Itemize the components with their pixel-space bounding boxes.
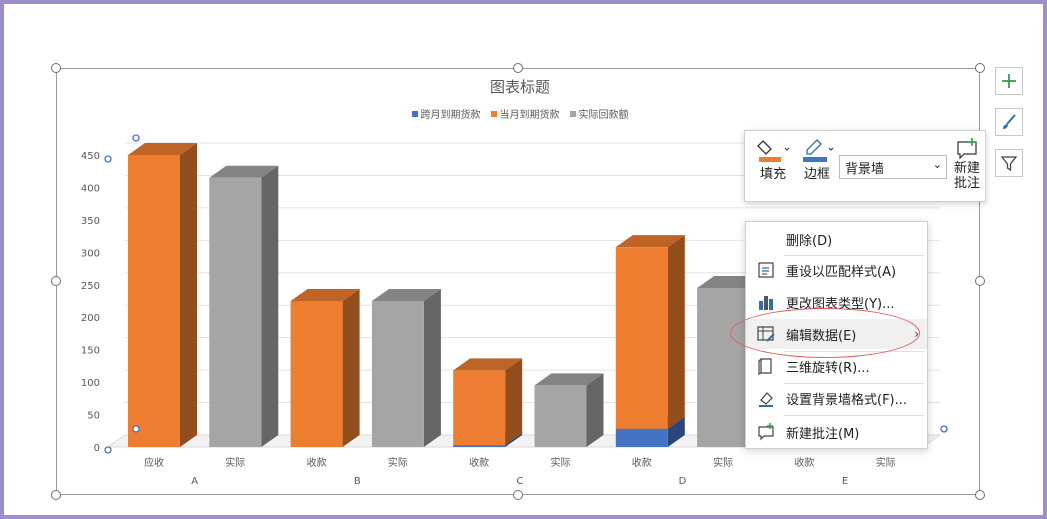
x-group-label: E [842,476,848,487]
menu-item-label: 设置背景墙格式(F)... [786,392,908,408]
menu-separator [784,415,924,416]
fill-label: 填充 [759,167,786,182]
new-comment-button[interactable]: 新建 批注 [951,137,983,191]
reset-style-icon [758,262,774,278]
chart-styles-button[interactable] [995,108,1023,136]
x-tick-label: 收款 [469,456,489,469]
legend-item-cross-month: 跨月到期货款 [411,106,481,121]
menu-item-label: 新建批注(M) [786,426,860,442]
bar-实际-实际回款额 [209,177,262,447]
chart-elements-button[interactable] [995,67,1023,95]
chart-element-select-value: 背景墙 [845,162,885,177]
menu-item-reset-style[interactable]: 重设以匹配样式(A) [746,255,927,285]
bar-收款-当月到期货款 [453,370,506,446]
legend-label: 当月到期货款 [499,110,560,121]
y-tick-label: 450 [81,151,100,162]
border-pen-icon [803,139,834,162]
bar-收款-跨月到期货款 [615,428,668,447]
comment-icon [758,423,774,441]
x-group-label: A [191,476,198,487]
bar-实际-实际回款额 [534,385,587,447]
border-button[interactable]: 边框 [797,137,837,182]
y-tick-label: 100 [81,378,100,389]
legend-swatch [490,110,497,117]
comment-add-icon [957,138,977,160]
bar-收款-当月到期货款-side [505,358,523,446]
wall-selection-handle [132,425,140,433]
x-tick-label: 收款 [794,456,814,469]
y-tick-label: 400 [81,183,100,194]
y-tick-label: 300 [81,248,100,259]
bar-实际-实际回款额-side [423,289,441,447]
menu-item-new-comment[interactable]: 新建批注(M) [746,417,927,447]
border-label: 边框 [803,167,830,182]
delete-icon [756,229,776,249]
wall-selection-handle [132,134,140,142]
x-group-label: D [679,476,687,487]
legend-label: 实际回款额 [578,110,629,121]
new-comment-label-2: 批注 [953,176,980,191]
legend-swatch [411,110,418,117]
menu-item-label: 重设以匹配样式(A) [786,264,897,280]
x-group-label: C [516,476,523,487]
highlight-ellipse [730,308,920,358]
y-tick-label: 200 [81,313,100,324]
wall-selection-handle [940,425,948,433]
x-tick-label: 收款 [307,456,327,469]
x-group-label: B [354,476,361,487]
plus-icon [1002,74,1016,88]
bar-收款-当月到期货款-side [667,235,685,429]
chart-title[interactable]: 图表标题 [420,76,620,97]
bar-收款-当月到期货款 [290,301,343,447]
y-tick-label: 350 [81,216,100,227]
x-tick-label: 收款 [632,456,652,469]
format-mini-toolbar: 填充 边框 背景墙 ⌄ 新建 批注 [744,130,986,202]
x-tick-label: 应收 [144,456,164,469]
fill-button[interactable]: 填充 [753,137,793,182]
x-tick-label: 实际 [876,456,896,469]
legend-item-actual: 实际回款额 [569,106,629,121]
menu-item-label: 删除(D) [786,233,833,249]
bar-收款-跨月到期货款 [453,445,506,447]
legend-swatch [569,110,576,117]
bar-实际-实际回款额 [697,288,750,447]
chart-type-icon [759,296,773,310]
x-tick-label: 实际 [713,456,733,469]
y-tick-label: 150 [81,346,100,357]
fill-bucket-icon [757,140,790,162]
x-tick-label: 实际 [551,456,571,469]
bar-应收-当月到期货款 [128,155,180,447]
legend-label: 跨月到期货款 [420,110,481,121]
format-icon [759,392,773,407]
menu-item-label: 三维旋转(R)... [786,360,870,376]
new-comment-label-1: 新建 [953,161,980,176]
menu-item-delete[interactable]: 删除(D) [746,224,927,254]
y-tick-label: 250 [81,281,100,292]
wall-selection-handle [104,446,112,454]
bar-收款-当月到期货款 [615,247,668,429]
x-tick-label: 实际 [388,456,408,469]
chart-filters-button[interactable] [995,149,1023,177]
brush-icon [1003,114,1016,129]
bar-应收-当月到期货款-side [180,143,197,447]
chart-element-select[interactable]: 背景墙 ⌄ [839,155,947,179]
menu-item-format-wall[interactable]: 设置背景墙格式(F)... [746,383,927,413]
rotate-3d-icon [758,358,772,375]
chevron-down-icon: ⌄ [932,158,942,171]
y-tick-label: 0 [94,443,100,454]
chart-legend[interactable]: 跨月到期货款 当月到期货款 实际回款额 [400,106,640,121]
filter-icon [1000,156,1018,172]
bar-实际-实际回款额 [371,301,424,447]
legend-item-current-month: 当月到期货款 [490,106,560,121]
bar-收款-当月到期货款-side [342,289,360,447]
x-tick-label: 实际 [225,456,245,469]
y-tick-label: 50 [87,411,100,422]
wall-selection-handle [104,155,112,163]
bar-实际-实际回款额-side [586,373,604,447]
bar-实际-实际回款额-side [261,165,279,447]
